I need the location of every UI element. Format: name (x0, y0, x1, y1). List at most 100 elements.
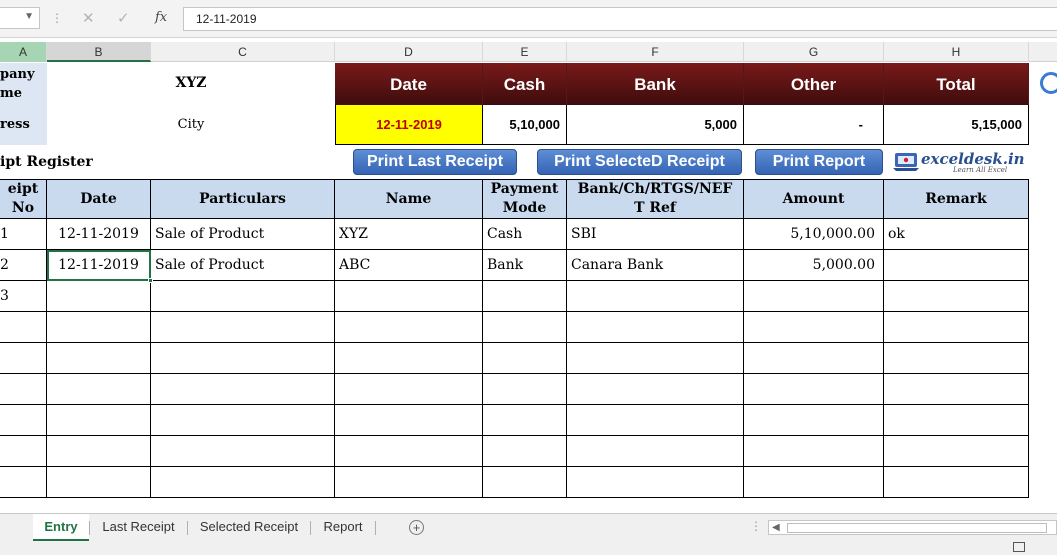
scroll-split-grip-icon[interactable]: ⋮ (750, 519, 762, 533)
cell-name[interactable]: XYZ (335, 219, 483, 250)
cell-payment-mode[interactable] (483, 436, 567, 467)
print-report-button[interactable]: Print Report (755, 149, 883, 175)
cell-remark[interactable] (884, 312, 1029, 343)
cell-amount[interactable] (744, 343, 884, 374)
cell-name[interactable] (335, 405, 483, 436)
cell-bank-ref[interactable]: Canara Bank (567, 250, 744, 281)
cell-date[interactable] (47, 374, 151, 405)
print-last-receipt-button[interactable]: Print Last Receipt (353, 149, 517, 175)
cell-amount[interactable] (744, 467, 884, 498)
cell-name[interactable] (335, 436, 483, 467)
cell-remark[interactable] (884, 374, 1029, 405)
cell-payment-mode[interactable]: Bank (483, 250, 567, 281)
column-header-b[interactable]: B (47, 42, 151, 62)
cell-name[interactable]: ABC (335, 250, 483, 281)
cell-amount[interactable] (744, 436, 884, 467)
cell-amount[interactable]: 5,10,000.00 (744, 219, 884, 250)
cell-payment-mode[interactable] (483, 467, 567, 498)
cell-date[interactable]: 12-11-2019 (47, 219, 151, 250)
scroll-left-icon[interactable]: ◀ (772, 521, 780, 535)
cell-particulars[interactable] (151, 374, 335, 405)
cell-date[interactable] (47, 405, 151, 436)
cell-receipt-no[interactable]: 3 (0, 281, 47, 312)
fill-handle[interactable] (148, 278, 153, 283)
cell-receipt-no[interactable]: 1 (0, 219, 47, 250)
cell-particulars[interactable] (151, 281, 335, 312)
column-header-f[interactable]: F (567, 42, 744, 62)
cell-particulars[interactable]: Sale of Product (151, 250, 335, 281)
cell-bank-ref[interactable] (567, 405, 744, 436)
formula-input[interactable]: 12-11-2019 (183, 7, 1057, 31)
cell-remark[interactable]: ok (884, 219, 1029, 250)
summary-value-date[interactable]: 12-11-2019 (335, 105, 483, 145)
chevron-down-icon[interactable]: ▼ (24, 11, 34, 22)
summary-value-total[interactable]: 5,15,000 (884, 105, 1029, 145)
cancel-icon[interactable]: ✕ (82, 9, 95, 27)
cell-remark[interactable] (884, 467, 1029, 498)
cell-payment-mode[interactable] (483, 374, 567, 405)
cell-name[interactable] (335, 374, 483, 405)
company-address-value[interactable]: City (47, 105, 335, 145)
cell-particulars[interactable]: Sale of Product (151, 219, 335, 250)
cell-receipt-no[interactable] (0, 436, 47, 467)
cell-amount[interactable] (744, 405, 884, 436)
cell-bank-ref[interactable] (567, 343, 744, 374)
insert-function-icon[interactable]: fx (155, 10, 167, 25)
cell-particulars[interactable] (151, 467, 335, 498)
cell-receipt-no[interactable]: 2 (0, 250, 47, 281)
summary-value-other[interactable]: - (744, 105, 884, 145)
scrollbar-thumb[interactable] (787, 523, 1047, 533)
company-name-value[interactable]: XYZ (47, 63, 335, 105)
cell-particulars[interactable] (151, 343, 335, 374)
cell-receipt-no[interactable] (0, 343, 47, 374)
column-header-c[interactable]: C (151, 42, 335, 62)
cell-payment-mode[interactable] (483, 281, 567, 312)
cell-bank-ref[interactable]: SBI (567, 219, 744, 250)
cell-bank-ref[interactable] (567, 281, 744, 312)
summary-value-bank[interactable]: 5,000 (567, 105, 744, 145)
cell-receipt-no[interactable] (0, 467, 47, 498)
cell-name[interactable] (335, 312, 483, 343)
cell-payment-mode[interactable]: Cash (483, 219, 567, 250)
cell-receipt-no[interactable] (0, 374, 47, 405)
cell-amount[interactable] (744, 281, 884, 312)
cell-name[interactable] (335, 281, 483, 312)
enter-icon[interactable]: ✓ (117, 9, 130, 27)
cell-receipt-no[interactable] (0, 405, 47, 436)
cell-remark[interactable] (884, 250, 1029, 281)
cell-amount[interactable]: 5,000.00 (744, 250, 884, 281)
print-selected-receipt-button[interactable]: Print SelecteD Receipt (537, 149, 742, 175)
summary-value-cash[interactable]: 5,10,000 (483, 105, 567, 145)
cell-name[interactable] (335, 467, 483, 498)
cell-date[interactable] (47, 436, 151, 467)
cell-date[interactable] (47, 343, 151, 374)
cell-remark[interactable] (884, 343, 1029, 374)
cell-remark[interactable] (884, 281, 1029, 312)
cell-bank-ref[interactable] (567, 312, 744, 343)
sheet-tab-report[interactable]: Report (311, 514, 375, 542)
cell-bank-ref[interactable] (567, 436, 744, 467)
column-header-d[interactable]: D (335, 42, 483, 62)
cell-amount[interactable] (744, 374, 884, 405)
add-sheet-icon[interactable]: + (409, 520, 424, 535)
cell-receipt-no[interactable] (0, 312, 47, 343)
sheet-tab-last-receipt[interactable]: Last Receipt (90, 514, 187, 542)
cell-remark[interactable] (884, 436, 1029, 467)
name-box[interactable]: ▼ (0, 7, 40, 29)
cell-amount[interactable] (744, 312, 884, 343)
cell-date[interactable] (47, 312, 151, 343)
column-header-e[interactable]: E (483, 42, 567, 62)
cell-payment-mode[interactable] (483, 343, 567, 374)
sheet-tab-selected-receipt[interactable]: Selected Receipt (188, 514, 310, 542)
cell-bank-ref[interactable] (567, 374, 744, 405)
column-header-a[interactable]: A (0, 42, 47, 62)
cell-particulars[interactable] (151, 405, 335, 436)
cell-date[interactable] (47, 467, 151, 498)
cell-particulars[interactable] (151, 312, 335, 343)
column-header-h[interactable]: H (884, 42, 1029, 62)
sheet-tab-entry[interactable]: Entry (33, 514, 89, 542)
cell-bank-ref[interactable] (567, 467, 744, 498)
horizontal-scrollbar[interactable]: ◀ (768, 520, 1057, 535)
cell-payment-mode[interactable] (483, 405, 567, 436)
cell-name[interactable] (335, 343, 483, 374)
